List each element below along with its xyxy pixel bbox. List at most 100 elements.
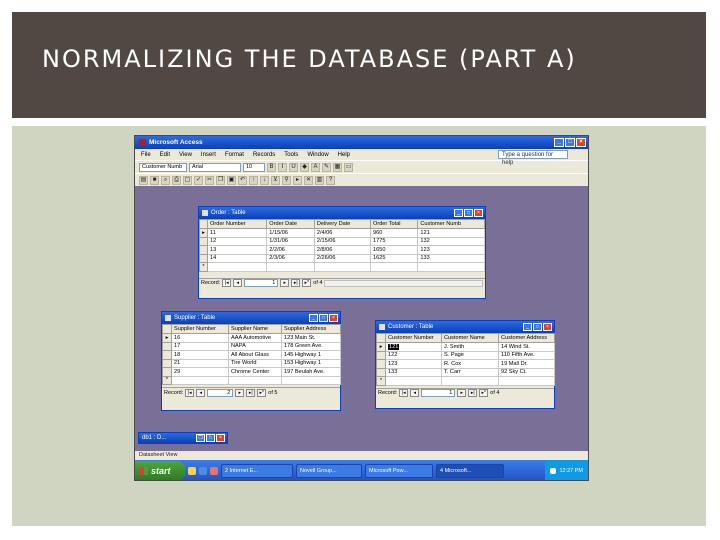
cell[interactable]: 19 Mall Dr. — [498, 359, 555, 369]
next-record-button[interactable]: ▸ — [280, 279, 290, 287]
new-record-icon[interactable]: ▸ — [293, 175, 302, 185]
cell[interactable] — [441, 376, 499, 386]
table-row[interactable]: 122 S. Page 110 Fifth Ave. — [376, 350, 555, 360]
restore-button[interactable]: ❐ — [196, 434, 205, 442]
cell[interactable]: Tire World — [228, 358, 282, 368]
row-selector[interactable] — [376, 367, 386, 377]
menu-view[interactable]: View — [179, 152, 192, 158]
row-selector[interactable] — [376, 359, 386, 369]
column-header[interactable]: Customer Number — [385, 333, 442, 343]
column-header[interactable]: Order Date — [266, 219, 315, 229]
undo-icon[interactable]: ↶ — [238, 175, 247, 185]
row-selector[interactable] — [162, 341, 172, 351]
cell[interactable]: 123 — [385, 359, 442, 369]
search-icon[interactable]: ⌕ — [161, 175, 170, 185]
cell[interactable]: 145 Highway 1 — [281, 350, 341, 360]
order-table-titlebar[interactable]: Order : Table _ □ × — [199, 207, 485, 219]
first-record-button[interactable]: |◂ — [185, 388, 195, 397]
menu-file[interactable]: File — [141, 152, 151, 158]
cell[interactable]: 153 Highway 1 — [281, 358, 341, 368]
cell[interactable]: 14 Wind St. — [498, 342, 555, 352]
cell[interactable]: 2/26/06 — [313, 253, 371, 263]
quick-launch-icon[interactable] — [188, 467, 196, 475]
font-select[interactable]: Arial — [189, 162, 241, 172]
column-header[interactable]: Customer Numb — [417, 219, 485, 229]
bold-icon[interactable]: B — [267, 162, 276, 172]
copy-icon[interactable]: ❐ — [216, 175, 225, 185]
field-select[interactable]: Customer Numb — [139, 162, 187, 172]
cell[interactable]: 18 — [171, 350, 229, 360]
maximize-button[interactable]: □ — [565, 138, 575, 147]
new-record-button[interactable]: ▸* — [257, 388, 267, 397]
next-record-button[interactable]: ▸ — [457, 389, 467, 397]
table-row[interactable]: 123 R. Cox 19 Mall Dr. — [376, 359, 555, 369]
maximize-button[interactable]: □ — [206, 434, 215, 442]
maximize-button[interactable]: □ — [319, 314, 328, 322]
first-record-button[interactable]: |◂ — [399, 389, 409, 397]
select-all[interactable] — [162, 324, 172, 334]
menu-help[interactable]: Help — [338, 152, 350, 158]
tray-icon[interactable] — [550, 468, 557, 474]
current-record-icon[interactable]: ▸ — [376, 342, 386, 352]
customer-grid[interactable]: Customer Number Customer Name Customer A… — [376, 333, 555, 386]
cell[interactable]: 110 Fifth Ave. — [498, 350, 555, 360]
prev-record-button[interactable]: ◂ — [233, 279, 243, 287]
minimize-button[interactable]: _ — [309, 314, 318, 322]
table-row[interactable]: 17 NAPA 178 Green Ave. — [162, 341, 341, 351]
cell[interactable]: 1775 — [369, 236, 419, 246]
cell[interactable] — [385, 376, 442, 386]
new-record-row[interactable]: * — [376, 376, 555, 386]
taskbar-item-novell-group[interactable]: Novell Group... — [296, 464, 362, 478]
cell[interactable] — [417, 262, 485, 272]
cell[interactable]: 29 — [171, 367, 229, 377]
new-record-icon[interactable]: * — [199, 262, 208, 272]
horizontal-scrollbar[interactable] — [324, 279, 483, 287]
cell[interactable] — [206, 262, 268, 272]
save-icon[interactable]: ■ — [150, 175, 159, 185]
cell[interactable]: 2/15/06 — [313, 236, 371, 246]
cell[interactable]: T. Carr — [441, 367, 499, 377]
help-icon[interactable]: ? — [326, 175, 335, 185]
new-record-button[interactable]: ▸* — [479, 389, 489, 397]
current-record-icon[interactable]: ▸ — [162, 333, 172, 343]
italic-icon[interactable]: I — [278, 162, 287, 172]
next-record-button[interactable]: ▸ — [235, 388, 245, 397]
minimize-button[interactable]: _ — [454, 209, 463, 217]
row-selector[interactable] — [376, 350, 386, 360]
cell[interactable]: 92 Sky Ct. — [498, 367, 555, 377]
select-all[interactable] — [376, 333, 386, 343]
cell[interactable] — [498, 376, 555, 386]
sort-ascending-icon[interactable]: ↑ — [249, 175, 258, 185]
gridlines-icon[interactable]: ▦ — [333, 162, 342, 172]
close-button[interactable]: × — [329, 314, 338, 322]
taskbar-item-access[interactable]: 4 Microsoft... — [436, 464, 504, 478]
last-record-button[interactable]: ▸| — [468, 389, 478, 397]
cell[interactable] — [369, 262, 419, 272]
column-header[interactable]: Customer Address — [498, 333, 555, 343]
filter-icon[interactable]: ⊻ — [271, 175, 280, 185]
prev-record-button[interactable]: ◂ — [410, 389, 420, 397]
cell[interactable]: 21 — [171, 358, 229, 368]
new-record-row[interactable]: * — [199, 262, 485, 272]
cell[interactable]: 123 — [417, 245, 485, 255]
table-row[interactable]: 14 2/3/06 2/26/06 1625 133 — [199, 253, 485, 263]
menu-records[interactable]: Records — [253, 152, 275, 158]
new-record-icon[interactable]: * — [376, 376, 386, 386]
cell[interactable]: 13 — [206, 245, 268, 255]
cell[interactable]: 133 — [385, 367, 442, 377]
last-record-button[interactable]: ▸| — [246, 388, 256, 397]
cell[interactable]: 132 — [417, 236, 485, 246]
cell[interactable] — [171, 375, 229, 385]
maximize-button[interactable]: □ — [533, 323, 542, 331]
cell[interactable]: 1/15/06 — [266, 228, 315, 238]
cell[interactable]: 11 — [206, 228, 268, 238]
table-row[interactable]: 133 T. Carr 92 Sky Ct. — [376, 367, 555, 377]
line-color-icon[interactable]: ✎ — [322, 162, 331, 172]
cell[interactable]: 2/3/06 — [266, 253, 315, 263]
new-record-button[interactable]: ▸* — [302, 279, 312, 287]
quick-launch-icon[interactable] — [199, 467, 207, 475]
cell[interactable] — [228, 375, 282, 385]
supplier-grid[interactable]: Supplier Number Supplier Name Supplier A… — [162, 324, 341, 385]
new-record-row[interactable]: * — [162, 375, 341, 385]
cell[interactable] — [266, 262, 315, 272]
